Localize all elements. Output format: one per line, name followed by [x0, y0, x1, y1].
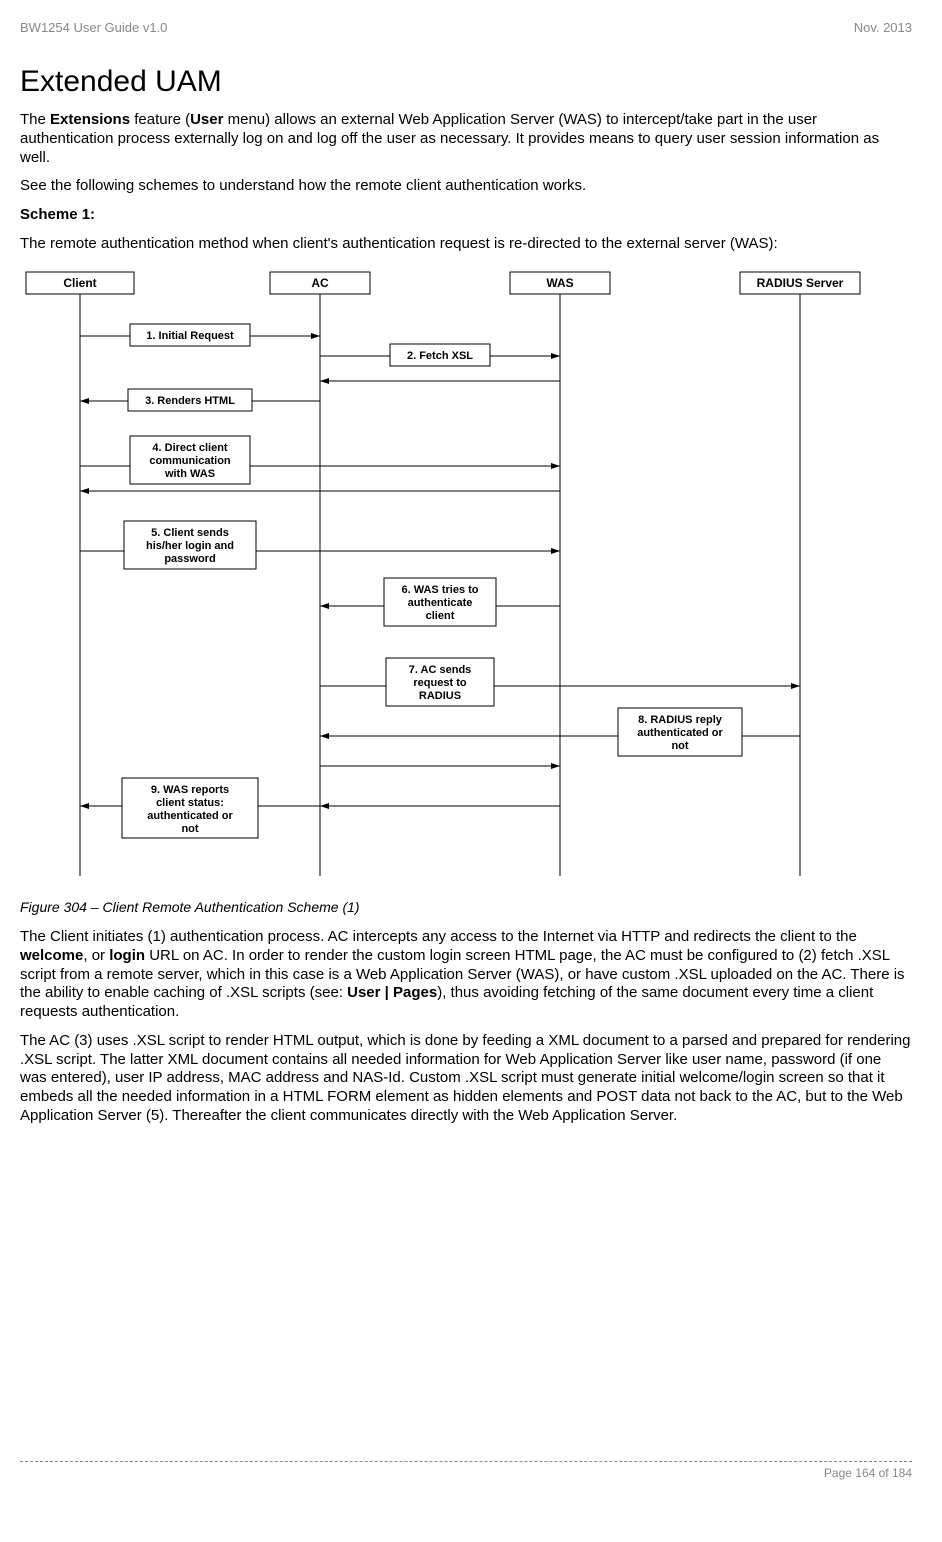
- svg-text:his/her login and: his/her login and: [146, 540, 234, 552]
- svg-text:4. Direct client: 4. Direct client: [152, 442, 228, 454]
- sequence-diagram: Client AC WAS RADIUS Server 1. Initial R…: [20, 266, 912, 891]
- page-header: BW1254 User Guide v1.0 Nov. 2013: [20, 20, 912, 35]
- actor-radius-label: RADIUS Server: [757, 276, 844, 290]
- page-number: Page 164 of 184: [20, 1466, 912, 1480]
- svg-text:authenticated or: authenticated or: [147, 810, 233, 822]
- scheme-label: Scheme 1:: [20, 206, 912, 225]
- actor-was-label: WAS: [546, 276, 573, 290]
- actor-client-label: Client: [63, 276, 96, 290]
- actor-ac-label: AC: [311, 276, 329, 290]
- scheme-description: The remote authentication method when cl…: [20, 235, 912, 254]
- text-bold: User | Pages: [347, 984, 437, 1001]
- text-span: , or: [83, 947, 109, 964]
- diagram-svg: Client AC WAS RADIUS Server 1. Initial R…: [20, 266, 900, 886]
- svg-text:communication: communication: [149, 455, 231, 467]
- svg-text:8. RADIUS reply: 8. RADIUS reply: [638, 714, 723, 726]
- footer-divider: [20, 1461, 912, 1462]
- text-span: The: [20, 111, 50, 128]
- svg-text:not: not: [671, 740, 688, 752]
- see-schemes-paragraph: See the following schemes to understand …: [20, 177, 912, 196]
- text-span: feature (: [130, 111, 190, 128]
- svg-text:authenticate: authenticate: [408, 597, 473, 609]
- step-2-label: 2. Fetch XSL: [407, 350, 473, 362]
- svg-text:client: client: [426, 610, 455, 622]
- svg-text:request to: request to: [413, 677, 466, 689]
- text-bold: login: [109, 947, 145, 964]
- svg-text:password: password: [164, 553, 215, 565]
- text-bold: welcome: [20, 947, 83, 964]
- figure-caption: Figure 304 – Client Remote Authenticatio…: [20, 899, 912, 917]
- text-span: The Client initiates (1) authentication …: [20, 928, 857, 945]
- step-3-label: 3. Renders HTML: [145, 395, 235, 407]
- svg-text:6. WAS tries to: 6. WAS tries to: [401, 584, 478, 596]
- svg-text:not: not: [181, 823, 198, 835]
- svg-text:client status:: client status:: [156, 797, 224, 809]
- svg-text:9. WAS reports: 9. WAS reports: [151, 784, 229, 796]
- text-bold: Extensions: [50, 111, 130, 128]
- text-bold: Scheme 1:: [20, 206, 95, 223]
- svg-text:authenticated or: authenticated or: [637, 727, 723, 739]
- svg-text:RADIUS: RADIUS: [419, 690, 461, 702]
- header-right: Nov. 2013: [854, 20, 912, 35]
- body-paragraph-5: The AC (3) uses .XSL script to render HT…: [20, 1032, 912, 1126]
- intro-paragraph: The Extensions feature (User menu) allow…: [20, 111, 912, 167]
- text-bold: User: [190, 111, 223, 128]
- page-title: Extended UAM: [20, 65, 912, 99]
- page-footer: Page 164 of 184: [20, 1461, 912, 1480]
- step-1-label: 1. Initial Request: [146, 330, 234, 342]
- svg-text:7. AC sends: 7. AC sends: [409, 664, 472, 676]
- svg-text:5. Client sends: 5. Client sends: [151, 527, 229, 539]
- header-left: BW1254 User Guide v1.0: [20, 20, 167, 35]
- svg-text:with WAS: with WAS: [164, 468, 215, 480]
- body-paragraph-4: The Client initiates (1) authentication …: [20, 928, 912, 1022]
